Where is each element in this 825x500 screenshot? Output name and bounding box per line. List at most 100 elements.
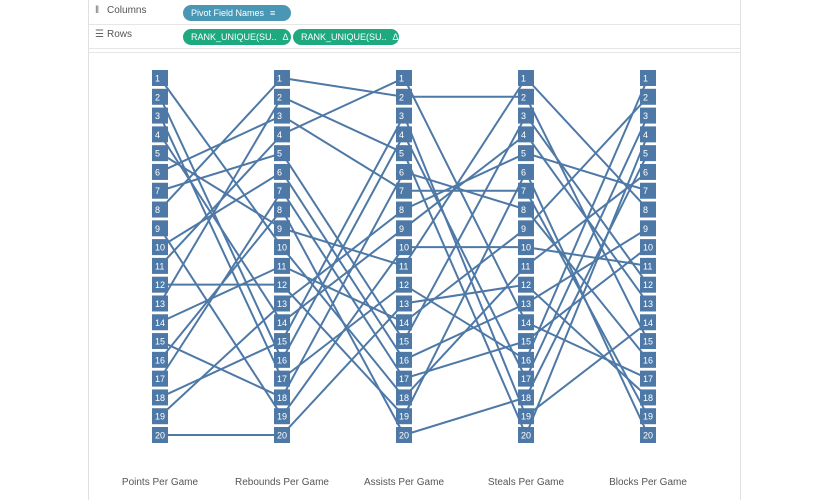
rank-label: 1 xyxy=(399,74,404,84)
rank-label: 2 xyxy=(277,92,282,102)
rank-label: 18 xyxy=(155,393,165,403)
rank-label: 6 xyxy=(155,167,160,177)
rank-label: 10 xyxy=(277,243,287,253)
rank-label: 16 xyxy=(155,355,165,365)
rank-label: 13 xyxy=(643,299,653,309)
rank-label: 16 xyxy=(277,355,287,365)
x-axis-labels: Points Per Game Rebounds Per Game Assists … xyxy=(122,477,687,488)
rank-label: 14 xyxy=(643,318,653,328)
rank-label: 14 xyxy=(521,318,531,328)
rank-label: 17 xyxy=(399,374,409,384)
rank-label: 6 xyxy=(643,167,648,177)
rank-label: 4 xyxy=(643,130,648,140)
rank-label: 11 xyxy=(521,261,530,271)
rank-label: 12 xyxy=(277,280,287,290)
x-axis-label: Points Per Game xyxy=(122,477,199,488)
rank-label: 4 xyxy=(399,130,404,140)
rank-label: 3 xyxy=(643,111,648,121)
rank-label: 20 xyxy=(643,431,653,441)
rank-label: 16 xyxy=(643,355,653,365)
rank-label: 16 xyxy=(399,355,409,365)
rank-label: 3 xyxy=(521,111,526,121)
rank-label: 8 xyxy=(643,205,648,215)
rank-label: 4 xyxy=(521,130,526,140)
rank-label: 11 xyxy=(155,261,164,271)
rank-label: 2 xyxy=(643,92,648,102)
rank-label: 9 xyxy=(643,224,648,234)
rank-label: 15 xyxy=(643,337,653,347)
rank-label: 19 xyxy=(277,412,287,422)
rank-label: 1 xyxy=(643,74,648,84)
rank-label: 7 xyxy=(521,186,526,196)
rank-label: 9 xyxy=(155,224,160,234)
x-axis-label: Steals Per Game xyxy=(488,477,565,488)
rank-boxes: 1234567891011121314151617181920123456789… xyxy=(152,70,656,443)
rank-label: 9 xyxy=(277,224,282,234)
rank-label: 4 xyxy=(277,130,282,140)
rank-label: 19 xyxy=(643,412,653,422)
rank-label: 12 xyxy=(399,280,409,290)
rank-label: 20 xyxy=(155,431,165,441)
rank-label: 15 xyxy=(399,337,409,347)
rank-label: 8 xyxy=(277,205,282,215)
rank-label: 14 xyxy=(399,318,409,328)
rank-label: 2 xyxy=(521,92,526,102)
rank-label: 7 xyxy=(277,186,282,196)
rank-label: 19 xyxy=(155,412,165,422)
rank-label: 6 xyxy=(521,167,526,177)
rank-label: 14 xyxy=(155,318,165,328)
x-axis-label: Rebounds Per Game xyxy=(235,477,329,488)
rank-label: 5 xyxy=(521,149,526,159)
rank-label: 5 xyxy=(277,149,282,159)
rank-label: 5 xyxy=(155,149,160,159)
rank-label: 20 xyxy=(521,431,531,441)
rank-label: 5 xyxy=(643,149,648,159)
rank-label: 15 xyxy=(155,337,165,347)
rank-label: 7 xyxy=(155,186,160,196)
rank-label: 17 xyxy=(155,374,165,384)
rank-label: 1 xyxy=(521,74,526,84)
rank-label: 9 xyxy=(521,224,526,234)
rank-label: 10 xyxy=(155,243,165,253)
rank-label: 10 xyxy=(521,243,531,253)
rank-label: 18 xyxy=(643,393,653,403)
rank-label: 19 xyxy=(521,412,531,422)
rank-label: 20 xyxy=(277,431,287,441)
rank-label: 13 xyxy=(399,299,409,309)
rank-label: 6 xyxy=(277,167,282,177)
rank-label: 17 xyxy=(643,374,653,384)
rank-label: 11 xyxy=(277,261,286,271)
rank-label: 1 xyxy=(277,74,282,84)
rank-label: 17 xyxy=(521,374,531,384)
rank-label: 13 xyxy=(277,299,287,309)
rank-label: 17 xyxy=(277,374,287,384)
rank-label: 18 xyxy=(277,393,287,403)
rank-label: 12 xyxy=(155,280,165,290)
rank-label: 6 xyxy=(399,167,404,177)
rank-label: 10 xyxy=(643,243,653,253)
rank-label: 20 xyxy=(399,431,409,441)
rank-label: 8 xyxy=(155,205,160,215)
rank-label: 14 xyxy=(277,318,287,328)
rank-label: 10 xyxy=(399,243,409,253)
rank-label: 18 xyxy=(521,393,531,403)
rank-label: 15 xyxy=(277,337,287,347)
rank-label: 7 xyxy=(399,186,404,196)
rank-label: 8 xyxy=(399,205,404,215)
x-axis-label: Blocks Per Game xyxy=(609,477,687,488)
rank-label: 4 xyxy=(155,130,160,140)
rank-label: 13 xyxy=(521,299,531,309)
rank-label: 12 xyxy=(521,280,531,290)
rank-label: 2 xyxy=(399,92,404,102)
rank-label: 11 xyxy=(643,261,652,271)
rank-label: 18 xyxy=(399,393,409,403)
rank-label: 3 xyxy=(277,111,282,121)
rank-label: 3 xyxy=(155,111,160,121)
rank-label: 15 xyxy=(521,337,531,347)
rank-label: 11 xyxy=(399,261,408,271)
rank-label: 1 xyxy=(155,74,160,84)
rank-label: 5 xyxy=(399,149,404,159)
rank-label: 19 xyxy=(399,412,409,422)
rank-label: 13 xyxy=(155,299,165,309)
rank-label: 7 xyxy=(643,186,648,196)
